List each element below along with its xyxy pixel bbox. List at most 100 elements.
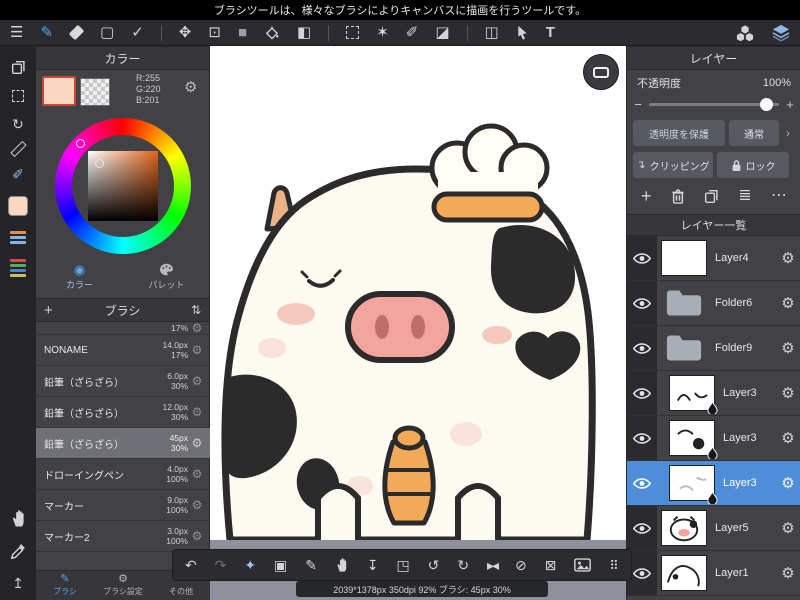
shape-tool-icon[interactable]: ▢	[100, 25, 114, 40]
drawing-canvas[interactable]	[210, 46, 626, 540]
brush-row-selected[interactable]: 鉛筆（ざらざら） 45px 30% ⚙	[36, 428, 210, 459]
layer-row[interactable]: Layer4 ⚙	[627, 236, 800, 281]
brush-row[interactable]: NONAME 14.0px 17% ⚙	[36, 335, 210, 366]
clear-icon[interactable]: ⊠	[545, 558, 557, 572]
brush-row[interactable]: 鉛筆（ざらざら） 12.0px 30% ⚙	[36, 397, 210, 428]
color-wheel[interactable]	[55, 118, 191, 254]
lock-button[interactable]: ロック	[717, 152, 789, 178]
stabilizer-icon[interactable]: ✦	[244, 558, 256, 572]
visibility-toggle[interactable]	[627, 461, 657, 505]
visibility-toggle[interactable]	[627, 371, 657, 415]
brush-row[interactable]: ドローイングペン 4.0px 100% ⚙	[36, 459, 210, 490]
brush-settings-icon[interactable]: ⚙	[188, 343, 206, 357]
ruler-icon[interactable]	[9, 140, 27, 158]
layer-row[interactable]: Layer1 ⚙	[627, 551, 800, 596]
brush-settings-icon[interactable]: ⚙	[188, 498, 206, 512]
save-icon[interactable]: ↧	[367, 558, 379, 572]
select-area-icon[interactable]	[12, 90, 24, 102]
layer-thumbnail[interactable]	[661, 240, 707, 276]
opacity-minus-button[interactable]: −	[633, 97, 643, 112]
layer-thumbnail[interactable]	[661, 510, 707, 546]
blend-chevron-icon[interactable]: ›	[786, 126, 790, 140]
opacity-plus-button[interactable]: +	[785, 97, 795, 112]
tab-brush-settings[interactable]: ⚙ ブラシ設定	[94, 571, 152, 600]
layers-panel-icon[interactable]	[772, 24, 790, 41]
delete-layer-icon[interactable]	[671, 188, 685, 205]
visibility-toggle[interactable]	[627, 236, 657, 280]
add-layer-icon[interactable]: +	[641, 187, 652, 205]
brush-settings-icon[interactable]: ⚙	[188, 467, 206, 481]
layer-settings-icon[interactable]: ⚙	[775, 474, 800, 492]
current-color-chip[interactable]	[8, 196, 28, 216]
image-icon[interactable]	[574, 558, 591, 572]
layer-row-selected[interactable]: Layer3 ⚙	[627, 461, 800, 506]
material-panel-icon[interactable]	[736, 24, 754, 42]
brush-row[interactable]: 17% ⚙	[36, 322, 210, 335]
brush-settings-icon[interactable]: ⚙	[188, 405, 206, 419]
transform-tool-icon[interactable]: ⊡	[208, 25, 221, 40]
foreground-color-square-icon[interactable]: ■	[238, 25, 247, 40]
layer-settings-icon[interactable]: ⚙	[775, 564, 800, 582]
brush-tool-icon[interactable]: ✎	[40, 25, 53, 40]
protect-alpha-button[interactable]: 透明度を保護	[633, 120, 725, 146]
color-settings-gear-icon[interactable]: ⚙	[184, 80, 197, 95]
tab-brush[interactable]: ✎ ブラシ	[36, 571, 94, 600]
folder-thumbnail[interactable]	[661, 330, 707, 366]
hand-tool-icon[interactable]	[10, 509, 27, 528]
brush-row[interactable]: マーカー 9.0px 100% ⚙	[36, 490, 210, 521]
layer-thumbnail[interactable]	[669, 420, 715, 456]
cursor-tool-icon[interactable]	[516, 25, 529, 40]
layer-row[interactable]: Layer3 ⚙	[627, 371, 800, 416]
sv-knob[interactable]	[95, 159, 104, 168]
navigator-button[interactable]	[583, 54, 619, 90]
folder-thumbnail[interactable]	[661, 285, 707, 321]
snap-pen-icon[interactable]: ✐	[12, 167, 24, 181]
palette-shortcut-icon[interactable]	[10, 259, 26, 277]
brush-settings-icon[interactable]: ⚙	[188, 322, 206, 335]
opacity-slider[interactable]	[649, 97, 779, 111]
select-eraser-icon[interactable]: ◪	[435, 25, 449, 40]
brush-row[interactable]: 鉛筆（ざらざら） 6.0px 30% ⚙	[36, 366, 210, 397]
main-color-swatch[interactable]	[42, 76, 76, 106]
polyline-tool-icon[interactable]: ✓	[131, 25, 144, 40]
layer-menu-icon[interactable]: ≣	[738, 188, 751, 204]
fill-icon[interactable]: ▣	[274, 558, 287, 572]
visibility-toggle[interactable]	[627, 506, 657, 550]
layer-row[interactable]: Layer3 ⚙	[627, 416, 800, 461]
select-tool-icon[interactable]	[346, 26, 360, 39]
hand-icon[interactable]	[335, 557, 349, 573]
reset-view-icon[interactable]: ↻	[12, 117, 24, 131]
eyedropper-icon[interactable]	[10, 544, 26, 560]
brush-sort-icon[interactable]: ⇅	[191, 303, 201, 317]
selection-frame-icon[interactable]: ◳	[396, 558, 409, 572]
duplicate-layer-icon[interactable]	[704, 189, 719, 204]
brush-settings-icon[interactable]: ⚙	[188, 529, 206, 543]
menu-icon[interactable]: ☰	[10, 25, 23, 40]
visibility-toggle[interactable]	[627, 281, 657, 325]
undo-icon[interactable]: ↶	[185, 558, 197, 572]
layer-settings-icon[interactable]: ⚙	[775, 519, 800, 537]
rotate-ccw-icon[interactable]: ↺	[428, 558, 440, 572]
gradient-tool-icon[interactable]: ◧	[297, 25, 311, 40]
layer-settings-icon[interactable]: ⚙	[775, 429, 800, 447]
export-icon[interactable]: ↥	[12, 576, 24, 590]
drag-handle-icon[interactable]: ⠿	[609, 559, 619, 572]
tab-palette[interactable]: パレット	[123, 258, 210, 296]
pen-icon[interactable]: ✎	[305, 558, 317, 572]
split-view-icon[interactable]: ◫	[485, 25, 499, 40]
layer-settings-icon[interactable]: ⚙	[775, 384, 800, 402]
brush-row[interactable]: マーカー2 3.0px 100% ⚙	[36, 521, 210, 552]
move-tool-icon[interactable]: ✥	[179, 25, 192, 40]
brush-settings-icon[interactable]: ⚙	[188, 436, 206, 450]
add-brush-icon[interactable]: +	[44, 302, 53, 319]
layer-thumbnail[interactable]	[661, 555, 707, 591]
clipping-button[interactable]: ↴ クリッピング	[633, 152, 713, 178]
hue-knob[interactable]	[76, 139, 85, 148]
visibility-toggle[interactable]	[627, 326, 657, 370]
rotate-off-icon[interactable]: ⊘	[515, 558, 527, 572]
flip-icon[interactable]: ▸◂	[487, 558, 499, 572]
rotate-cw-icon[interactable]: ↻	[457, 558, 469, 572]
pages-icon[interactable]	[11, 60, 26, 75]
canvas-area[interactable]	[210, 46, 626, 600]
folder-row[interactable]: Folder6 ⚙	[627, 281, 800, 326]
